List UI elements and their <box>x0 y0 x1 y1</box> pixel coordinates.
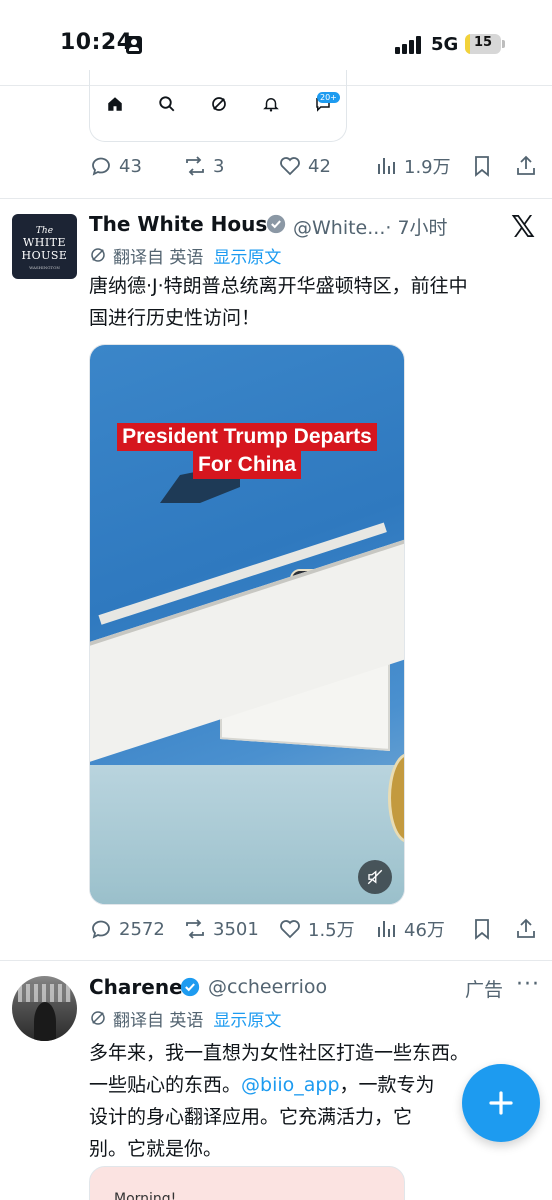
avatar-person <box>34 1002 56 1041</box>
like-button[interactable]: 1.5万 <box>278 914 355 944</box>
network-type: 5G <box>431 34 459 55</box>
caption-line: President Trump Departs <box>117 423 377 451</box>
like-count: 1.5万 <box>308 920 355 941</box>
translation-row: 翻译自 英语 显示原文 <box>89 1006 281 1031</box>
card-text: Morning! <box>114 1191 177 1200</box>
tweet-text-span: ，一款专为 <box>339 1074 435 1096</box>
notification-badge: 20+ <box>317 92 340 103</box>
battery-icon: 15 <box>465 34 501 54</box>
tweet-text-span: 一些贴心的东西。 <box>89 1074 242 1096</box>
repost-button[interactable]: 3 <box>183 151 224 181</box>
heart-icon <box>280 157 300 176</box>
bookmark-button[interactable] <box>470 914 494 944</box>
avatar[interactable]: The WHITE HOUSE WASHINGTON <box>12 214 77 279</box>
tweet-actions: 2572 3501 1.5万 46万 <box>89 914 544 944</box>
avatar[interactable] <box>12 976 77 1041</box>
views-count: 1.9万 <box>404 157 451 178</box>
repost-count: 3 <box>213 155 225 177</box>
heart-icon <box>280 920 300 939</box>
verified-badge-icon <box>180 977 200 997</box>
battery-tip <box>502 40 505 48</box>
divider <box>0 198 552 199</box>
contact-card-icon <box>126 36 142 54</box>
reply-count: 43 <box>119 155 142 177</box>
more-options-icon[interactable]: ··· <box>516 972 540 997</box>
avatar-text: HOUSE <box>21 249 68 262</box>
avatar-text: WASHINGTON <box>29 265 60 270</box>
avatar-text: The <box>35 226 54 236</box>
video-caption: President Trump Departs For China <box>90 423 404 479</box>
tweet-text-line: 多年来，我一直想为女性社区打造一些东西。 <box>89 1042 470 1064</box>
reply-button[interactable]: 43 <box>89 151 142 181</box>
translated-from-label: 翻译自 英语 <box>113 1010 204 1031</box>
tweet-text: 唐纳德·J·特朗普总统离开华盛顿特区，前往中 国进行历史性访问！ <box>89 270 529 334</box>
show-original-link[interactable]: 显示原文 <box>213 1006 281 1031</box>
like-button[interactable]: 42 <box>278 151 331 181</box>
tweet-text-line: 国进行历史性访问！ <box>89 307 261 329</box>
compose-button[interactable] <box>462 1064 540 1142</box>
tweet-text-line: 唐纳德·J·特朗普总统离开华盛顿特区，前往中 <box>89 275 468 297</box>
muted-speaker-icon <box>367 869 383 885</box>
bookmark-button[interactable] <box>470 151 494 181</box>
status-time: 10:24 <box>60 30 133 55</box>
grok-icon <box>212 97 226 111</box>
ad-label: 广告 <box>465 979 504 1001</box>
cellular-signal-icon <box>395 36 423 54</box>
repost-icon <box>186 156 204 176</box>
home-icon <box>108 97 122 111</box>
plus-icon <box>489 1091 513 1115</box>
share-icon <box>517 918 535 938</box>
mention-link[interactable]: @biio_app <box>241 1074 340 1096</box>
verified-badge-icon <box>266 214 286 234</box>
bookmark-icon <box>475 156 489 177</box>
reply-icon <box>92 157 110 176</box>
tweet-text-line: 别。它就是你。 <box>89 1138 223 1160</box>
prev-tweet-actions: 43 3 42 1.9万 <box>89 151 544 181</box>
display-name[interactable]: Charene <box>89 975 183 999</box>
translate-icon <box>91 248 105 262</box>
repost-count: 3501 <box>213 918 259 940</box>
share-icon <box>517 155 535 175</box>
views-icon <box>378 158 395 174</box>
handle[interactable]: @ccheerrioo <box>208 976 327 998</box>
reply-count: 2572 <box>119 918 165 940</box>
translate-icon <box>91 1011 105 1025</box>
display-name[interactable]: The White House <box>89 212 281 236</box>
caption-line: For China <box>193 451 301 479</box>
divider <box>0 960 552 961</box>
show-original-link[interactable]: 显示原文 <box>213 243 281 268</box>
repost-button[interactable]: 3501 <box>183 914 259 944</box>
like-count: 42 <box>308 155 331 177</box>
views-icon <box>378 921 395 937</box>
avatar-text: WHITE <box>22 236 67 249</box>
share-button[interactable] <box>514 151 538 181</box>
share-button[interactable] <box>514 914 538 944</box>
mute-button[interactable] <box>358 860 392 894</box>
battery-percent: 15 <box>473 35 493 50</box>
embedded-media-card[interactable]: 20+ <box>89 70 347 142</box>
timestamp: · 7小时 <box>385 217 448 239</box>
views-button[interactable]: 46万 <box>374 914 445 944</box>
video-media[interactable]: President Trump Departs For China <box>89 344 405 905</box>
views-button[interactable]: 1.9万 <box>374 151 451 181</box>
reply-icon <box>92 920 110 939</box>
search-icon <box>159 96 175 112</box>
reply-button[interactable]: 2572 <box>89 914 165 944</box>
views-count: 46万 <box>404 920 445 941</box>
ad-media-card[interactable]: Morning! <box>89 1166 405 1200</box>
repost-icon <box>186 919 204 939</box>
plane-fuselage <box>90 765 404 904</box>
avatar-background <box>18 984 71 1002</box>
translated-from-label: 翻译自 英语 <box>113 247 204 268</box>
bell-icon <box>263 98 279 112</box>
bookmark-icon <box>475 919 489 940</box>
translation-row: 翻译自 英语 显示原文 <box>89 243 281 268</box>
x-logo-icon[interactable]: 𝕏 <box>511 210 535 245</box>
handle[interactable]: @White...· 7小时 <box>293 213 448 240</box>
handle-text: @White... <box>293 217 386 239</box>
